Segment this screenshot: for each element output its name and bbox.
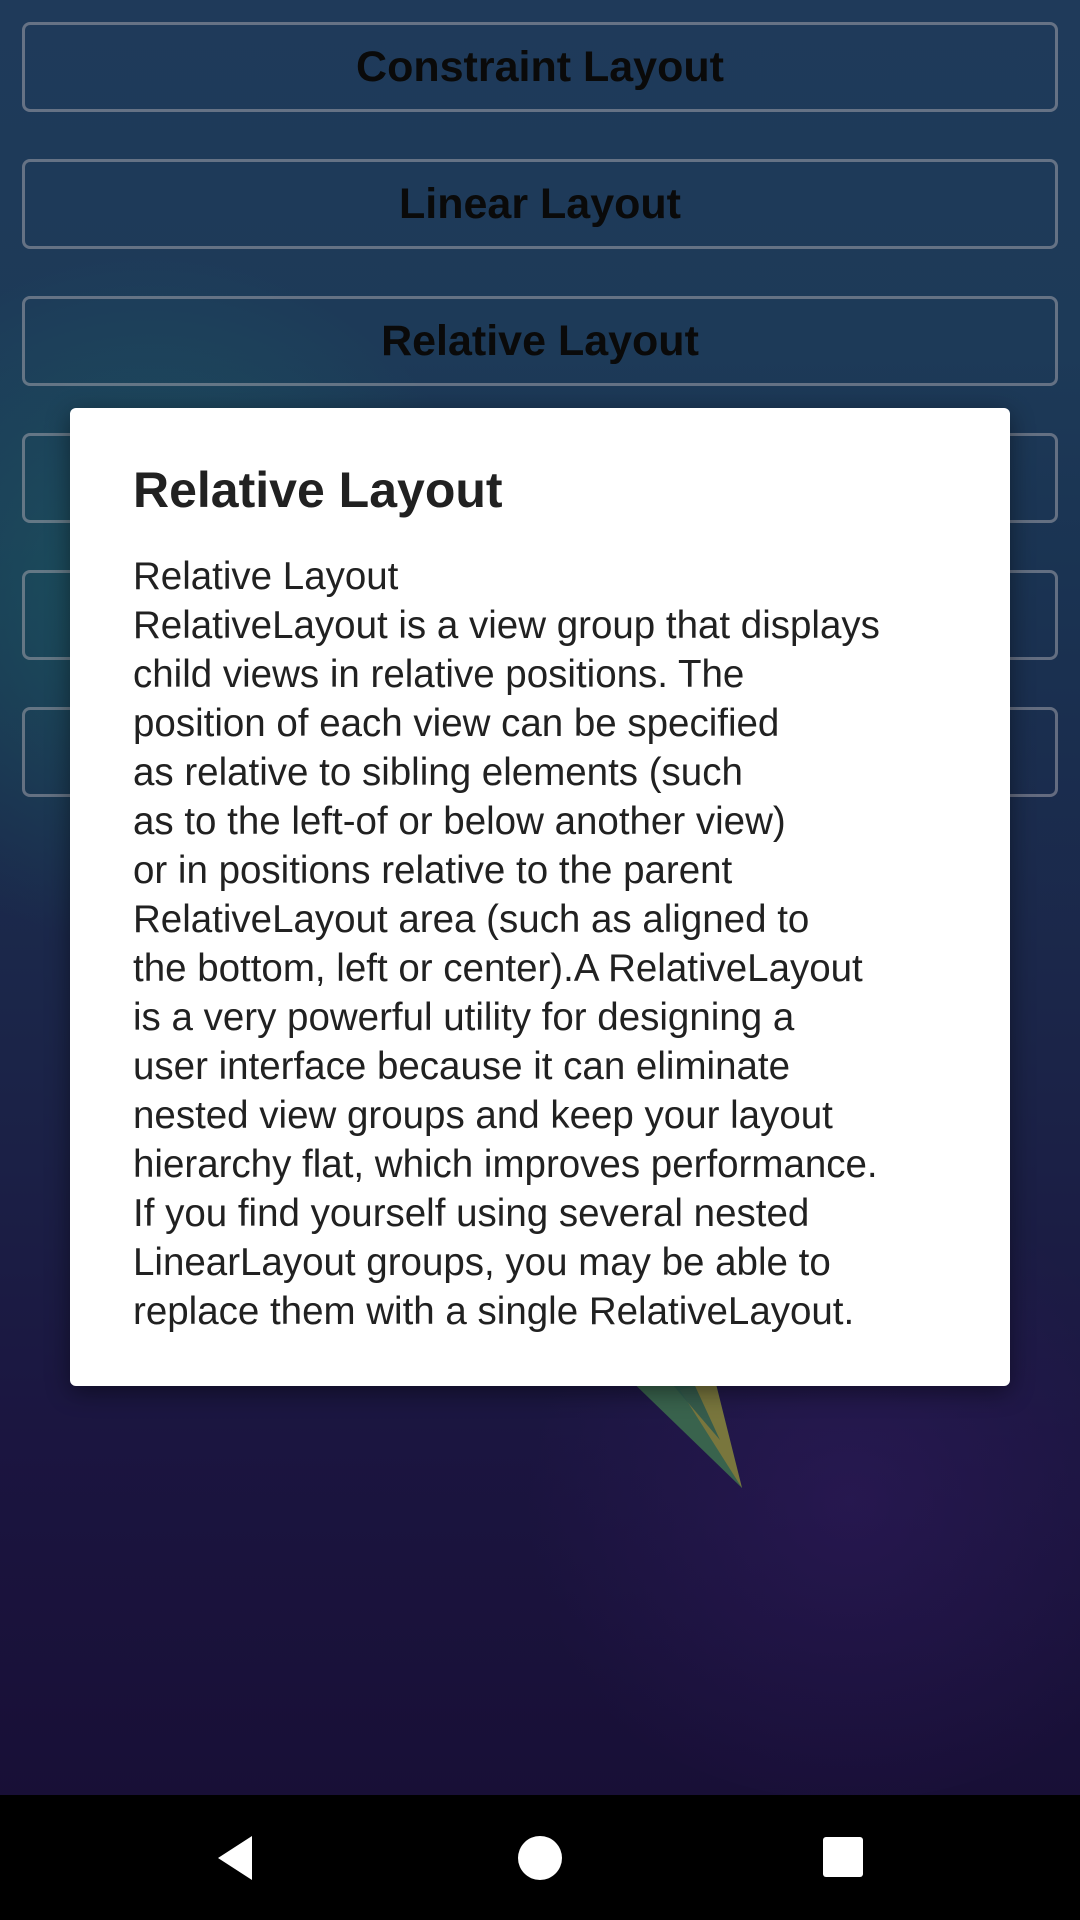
navigation-bar — [0, 1795, 1080, 1920]
recents-square-icon — [823, 1837, 863, 1877]
back-button[interactable] — [203, 1825, 269, 1891]
recents-button[interactable] — [811, 1825, 877, 1891]
app-screen: Constraint Layout Linear Layout Relative… — [0, 0, 1080, 1920]
home-button[interactable] — [507, 1825, 573, 1891]
home-circle-icon — [518, 1836, 562, 1880]
dialog-title: Relative Layout — [133, 462, 503, 518]
dialog-message: Relative Layout RelativeLayout is a view… — [133, 555, 880, 1333]
info-dialog: Relative Layout Relative Layout Relative… — [70, 408, 1010, 1386]
back-triangle-icon — [218, 1836, 252, 1880]
